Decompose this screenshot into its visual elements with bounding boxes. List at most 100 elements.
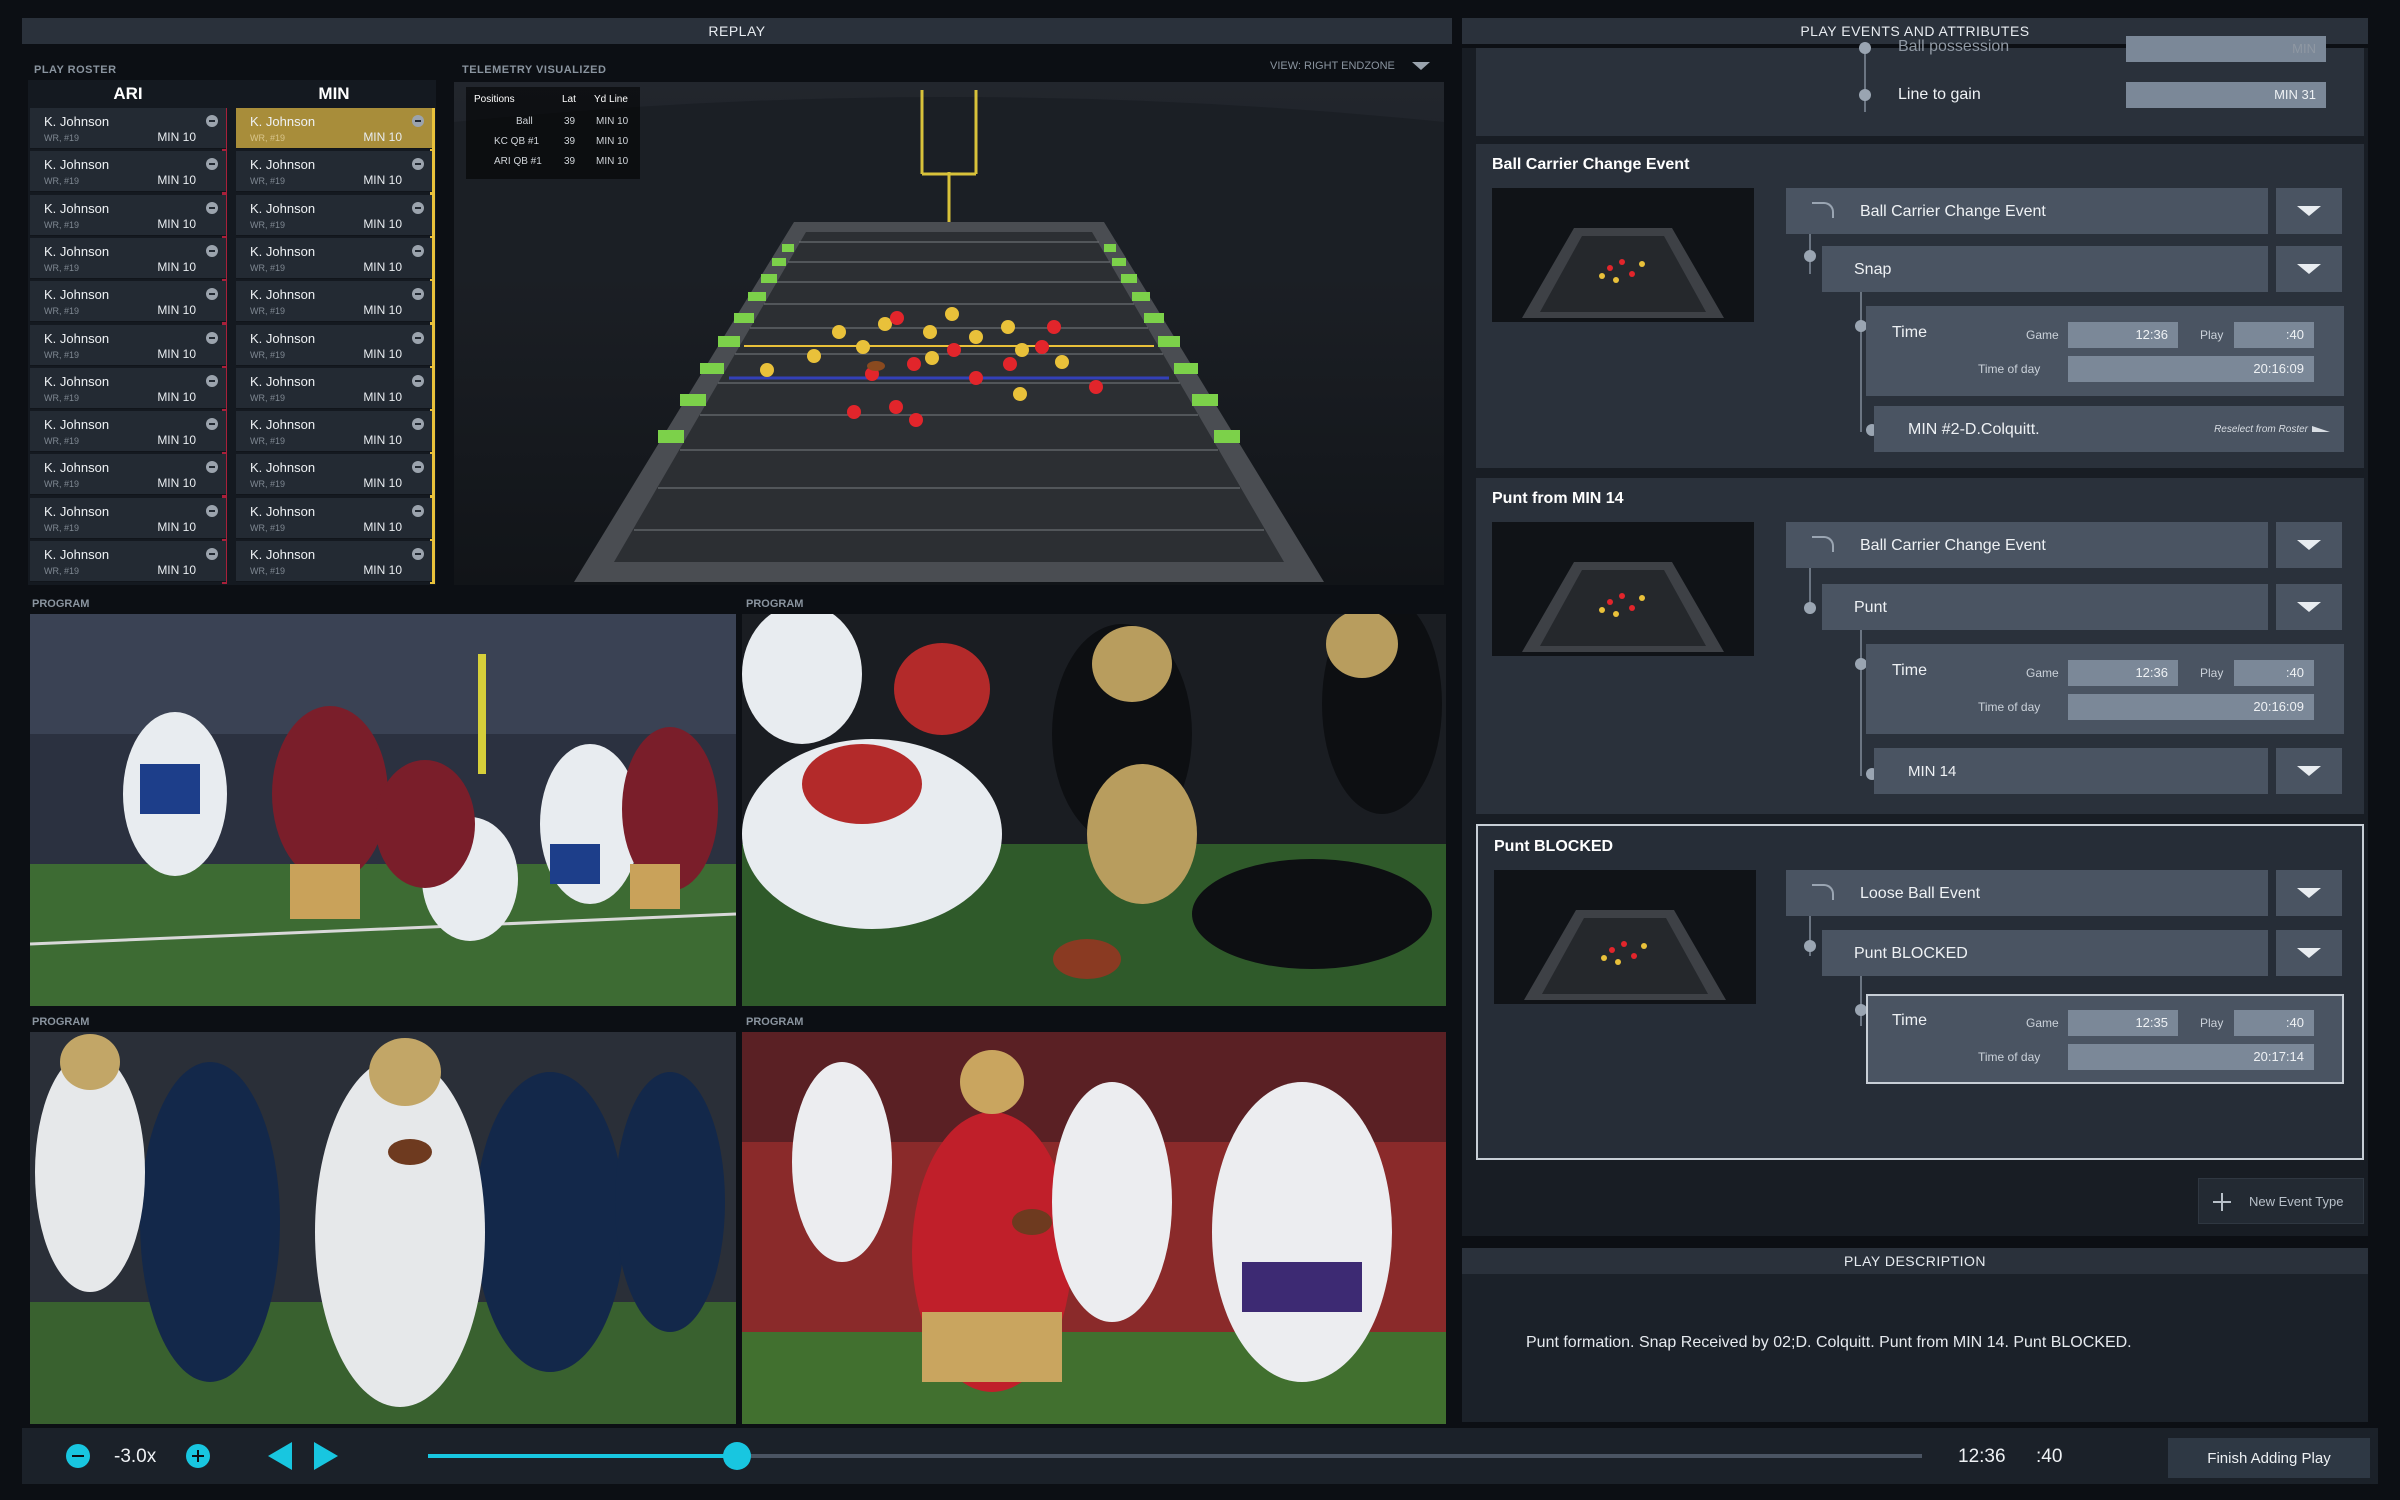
sub-event-select[interactable]: Punt <box>1822 584 2268 630</box>
event-thumbnail[interactable] <box>1492 188 1754 322</box>
reselect-from-roster-link[interactable]: Reselect from Roster <box>2214 424 2308 435</box>
remove-icon[interactable] <box>412 504 424 517</box>
roster-row[interactable]: K. Johnson WR, #19 MIN 10 <box>30 108 226 149</box>
event-type-select[interactable]: Ball Carrier Change Event <box>1786 522 2268 568</box>
game-clock-field[interactable]: 12:36 <box>2068 322 2178 348</box>
roster-row[interactable]: K. Johnson WR, #19 MIN 10 <box>236 324 432 366</box>
telemetry-field-view[interactable]: Positions Lat Yd Line Ball 39 MIN 10 KC … <box>454 82 1444 585</box>
roster-row[interactable]: K. Johnson WR, #19 MIN 10 <box>236 237 432 279</box>
roster-row[interactable]: K. Johnson WR, #19 MIN 10 <box>236 108 432 149</box>
program-video-3[interactable] <box>30 1032 736 1424</box>
program-video-4[interactable] <box>742 1032 1446 1424</box>
roster-row[interactable]: K. Johnson WR, #19 MIN 10 <box>30 454 226 496</box>
roster-row[interactable]: K. Johnson WR, #19 MIN 10 <box>30 194 226 236</box>
play-clock-field[interactable]: :40 <box>2234 660 2314 686</box>
faster-button[interactable] <box>186 1444 210 1468</box>
remove-icon[interactable] <box>206 504 218 517</box>
program-video-2[interactable] <box>742 614 1446 1006</box>
roster-row[interactable]: K. Johnson WR, #19 MIN 10 <box>30 411 226 453</box>
time-of-day-field[interactable]: 20:16:09 <box>2068 694 2314 720</box>
event-type-dropdown-button[interactable] <box>2276 870 2342 916</box>
event-type-select[interactable]: Ball Carrier Change Event <box>1786 188 2268 234</box>
new-event-type-label: New Event Type <box>2249 1194 2344 1209</box>
remove-icon[interactable] <box>206 288 218 301</box>
pos-row-name: Ball <box>516 116 533 127</box>
event-type-dropdown-button[interactable] <box>2276 522 2342 568</box>
ball-carrier-field[interactable]: MIN #2-D.Colquitt. Reselect from Roster <box>1874 406 2344 452</box>
roster-row[interactable]: K. Johnson WR, #19 MIN 10 <box>30 497 226 539</box>
remove-icon[interactable] <box>206 244 218 257</box>
pos-row-name: KC QB #1 <box>494 136 540 147</box>
play-button[interactable] <box>314 1442 340 1470</box>
sub-event-select[interactable]: Punt BLOCKED <box>1822 930 2268 976</box>
step-back-button[interactable] <box>268 1442 294 1470</box>
remove-icon[interactable] <box>206 331 218 344</box>
slower-button[interactable] <box>66 1444 90 1468</box>
remove-icon[interactable] <box>412 158 424 171</box>
ball-possession-field[interactable]: MIN <box>2126 36 2326 62</box>
game-clock-field[interactable]: 12:35 <box>2068 1010 2178 1036</box>
remove-icon[interactable] <box>412 115 424 127</box>
roster-row[interactable]: K. Johnson WR, #19 MIN 10 <box>30 151 226 193</box>
remove-icon[interactable] <box>412 288 424 301</box>
remove-icon[interactable] <box>206 548 218 560</box>
roster-row[interactable]: K. Johnson WR, #19 MIN 10 <box>236 281 432 323</box>
remove-icon[interactable] <box>412 418 424 431</box>
line-to-gain-field[interactable]: MIN 31 <box>2126 82 2326 108</box>
event-card-ball-carrier-change[interactable]: Ball Carrier Change Event Ball Carrier C… <box>1476 144 2364 468</box>
sub-event-dropdown-button[interactable] <box>2276 584 2342 630</box>
remove-icon[interactable] <box>206 374 218 387</box>
sub-event-dropdown-button[interactable] <box>2276 930 2342 976</box>
roster-row[interactable]: K. Johnson WR, #19 MIN 10 <box>236 454 432 496</box>
remove-icon[interactable] <box>206 158 218 171</box>
remove-icon[interactable] <box>206 115 218 127</box>
event-card-punt[interactable]: Punt from MIN 14 Ball Carrier Change Eve… <box>1476 478 2364 814</box>
event-card-partial: Ball possession MIN Line to gain MIN 31 <box>1476 36 2364 136</box>
roster-row[interactable]: K. Johnson WR, #19 MIN 10 <box>30 541 226 582</box>
remove-icon[interactable] <box>412 331 424 344</box>
roster-row[interactable]: K. Johnson WR, #19 MIN 10 <box>236 194 432 236</box>
new-event-type-button[interactable]: New Event Type <box>2198 1178 2364 1224</box>
finish-adding-play-button[interactable]: Finish Adding Play <box>2168 1438 2370 1478</box>
remove-icon[interactable] <box>412 244 424 257</box>
yard-line-select[interactable]: MIN 14 <box>1874 748 2268 794</box>
time-label: Time <box>1892 324 1927 341</box>
time-of-day-field[interactable]: 20:17:14 <box>2068 1044 2314 1070</box>
yard-line-dropdown-button[interactable] <box>2276 748 2342 794</box>
remove-icon[interactable] <box>206 201 218 214</box>
roster-row[interactable]: K. Johnson WR, #19 MIN 10 <box>236 367 432 409</box>
remove-icon[interactable] <box>206 461 218 474</box>
roster-row[interactable]: K. Johnson WR, #19 MIN 10 <box>30 324 226 366</box>
remove-icon[interactable] <box>206 418 218 431</box>
time-label: Time <box>1892 1012 1927 1029</box>
roster-row[interactable]: K. Johnson WR, #19 MIN 10 <box>236 151 432 193</box>
game-clock-field[interactable]: 12:36 <box>2068 660 2178 686</box>
play-description-box[interactable]: Punt formation. Snap Received by 02;D. C… <box>1462 1274 2368 1422</box>
play-clock-field[interactable]: :40 <box>2234 322 2314 348</box>
event-thumbnail[interactable] <box>1492 522 1754 656</box>
event-type-dropdown-button[interactable] <box>2276 188 2342 234</box>
roster-row[interactable]: K. Johnson WR, #19 MIN 10 <box>30 367 226 409</box>
program-label-1: PROGRAM <box>32 598 90 610</box>
event-card-punt-blocked[interactable]: Punt BLOCKED Loose Ball Event Punt BLOCK… <box>1476 824 2364 1160</box>
roster-row[interactable]: K. Johnson WR, #19 MIN 10 <box>236 497 432 539</box>
remove-icon[interactable] <box>412 374 424 387</box>
sub-event-select[interactable]: Snap <box>1822 246 2268 292</box>
roster-row[interactable]: K. Johnson WR, #19 MIN 10 <box>30 237 226 279</box>
event-thumbnail[interactable] <box>1494 870 1756 1004</box>
remove-icon[interactable] <box>412 548 424 560</box>
roster-row[interactable]: K. Johnson WR, #19 MIN 10 <box>30 281 226 323</box>
roster-row[interactable]: K. Johnson WR, #19 MIN 10 <box>236 541 432 582</box>
view-select[interactable]: VIEW: RIGHT ENDZONE <box>1270 58 1438 78</box>
program-video-1[interactable] <box>30 614 736 1006</box>
event-type-select[interactable]: Loose Ball Event <box>1786 870 2268 916</box>
roster-row[interactable]: K. Johnson WR, #19 MIN 10 <box>236 411 432 453</box>
remove-icon[interactable] <box>412 461 424 474</box>
player-position: WR, #19 <box>44 566 80 576</box>
time-of-day-label: Time of day <box>1978 362 2041 376</box>
remove-icon[interactable] <box>412 201 424 214</box>
time-of-day-field[interactable]: 20:16:09 <box>2068 356 2314 382</box>
sub-event-dropdown-button[interactable] <box>2276 246 2342 292</box>
play-clock-field[interactable]: :40 <box>2234 1010 2314 1036</box>
timeline-track[interactable] <box>428 1442 1922 1470</box>
